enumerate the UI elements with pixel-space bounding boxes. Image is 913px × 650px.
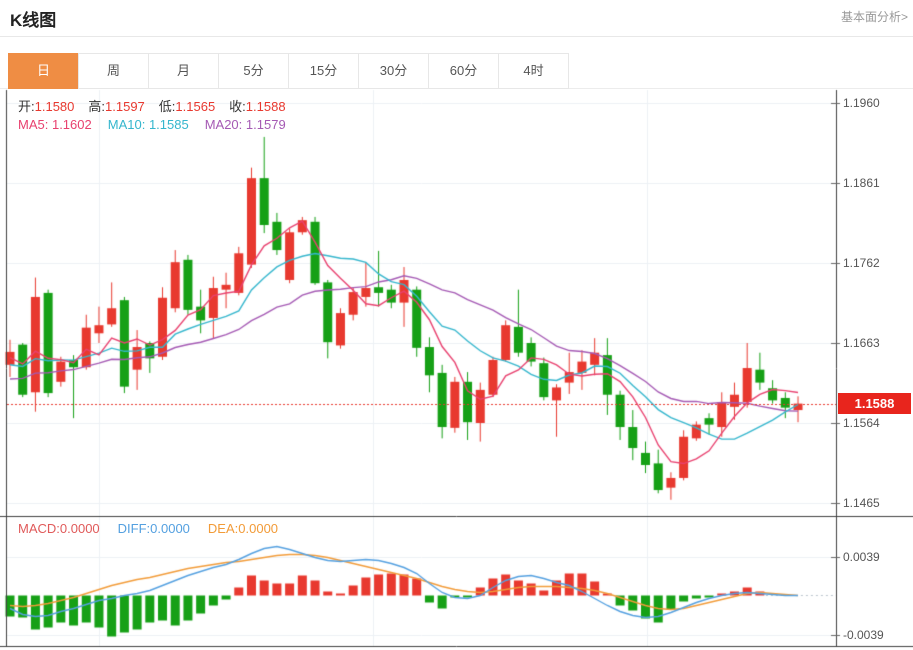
close-label: 收: (229, 99, 246, 114)
dea-value: DEA:0.0000 (207, 521, 279, 536)
macd-value: MACD:0.0000 (18, 521, 100, 536)
ma5-label: MA5: (18, 117, 49, 132)
open-value: 1.1580 (34, 99, 75, 114)
fundamental-analysis-link[interactable]: 基本面分析> (841, 8, 908, 25)
tab-month[interactable]: 月 (148, 53, 219, 89)
interval-tabs: 日 周 月 5分 15分 30分 60分 4时 (8, 53, 569, 89)
tab-day[interactable]: 日 (8, 53, 79, 89)
tab-15min[interactable]: 15分 (288, 53, 359, 89)
low-value: 1.1565 (175, 99, 216, 114)
close-value: 1.1588 (245, 99, 286, 114)
open-label: 开: (18, 99, 35, 114)
price-axis-tick: 1.1465 (843, 496, 880, 510)
low-label: 低: (158, 99, 176, 114)
ma10-value: 1.1585 (148, 117, 189, 132)
price-axis-tick: 1.1663 (843, 336, 880, 350)
high-value: 1.1597 (105, 99, 145, 114)
price-axis-tick: 1.1564 (843, 416, 880, 430)
ma20-label: MA20: (204, 117, 243, 132)
tab-60min[interactable]: 60分 (428, 53, 499, 89)
ohlc-legend: 开:1.1580 高:1.1597 低:1.1565 收:1.1588 (18, 96, 300, 115)
tab-30min[interactable]: 30分 (358, 53, 429, 89)
tab-4hour[interactable]: 4时 (498, 53, 569, 89)
current-price-badge: 1.1588 (838, 393, 911, 414)
page-title: K线图 (10, 11, 57, 30)
ma-legend: MA5: 1.1602 MA10: 1.1585 MA20: 1.1579 (18, 117, 286, 132)
tab-week[interactable]: 周 (78, 53, 149, 89)
tab-5min[interactable]: 5分 (218, 53, 289, 89)
macd-legend: MACD:0.0000 DIFF:0.0000 DEA:0.0000 (18, 521, 278, 536)
macd-axis-tick: -0.0039 (843, 627, 884, 642)
price-axis-tick: 1.1960 (843, 96, 880, 110)
price-axis-tick: 1.1861 (843, 176, 880, 190)
ma10-label: MA10: (107, 117, 146, 132)
ma5-value: 1.1602 (51, 117, 92, 132)
macd-axis-tick: 0.0039 (843, 549, 880, 564)
high-label: 高: (88, 99, 106, 114)
ma20-value: 1.1579 (245, 117, 286, 132)
price-axis-tick: 1.1762 (843, 256, 880, 270)
diff-value: DIFF:0.0000 (117, 521, 190, 536)
